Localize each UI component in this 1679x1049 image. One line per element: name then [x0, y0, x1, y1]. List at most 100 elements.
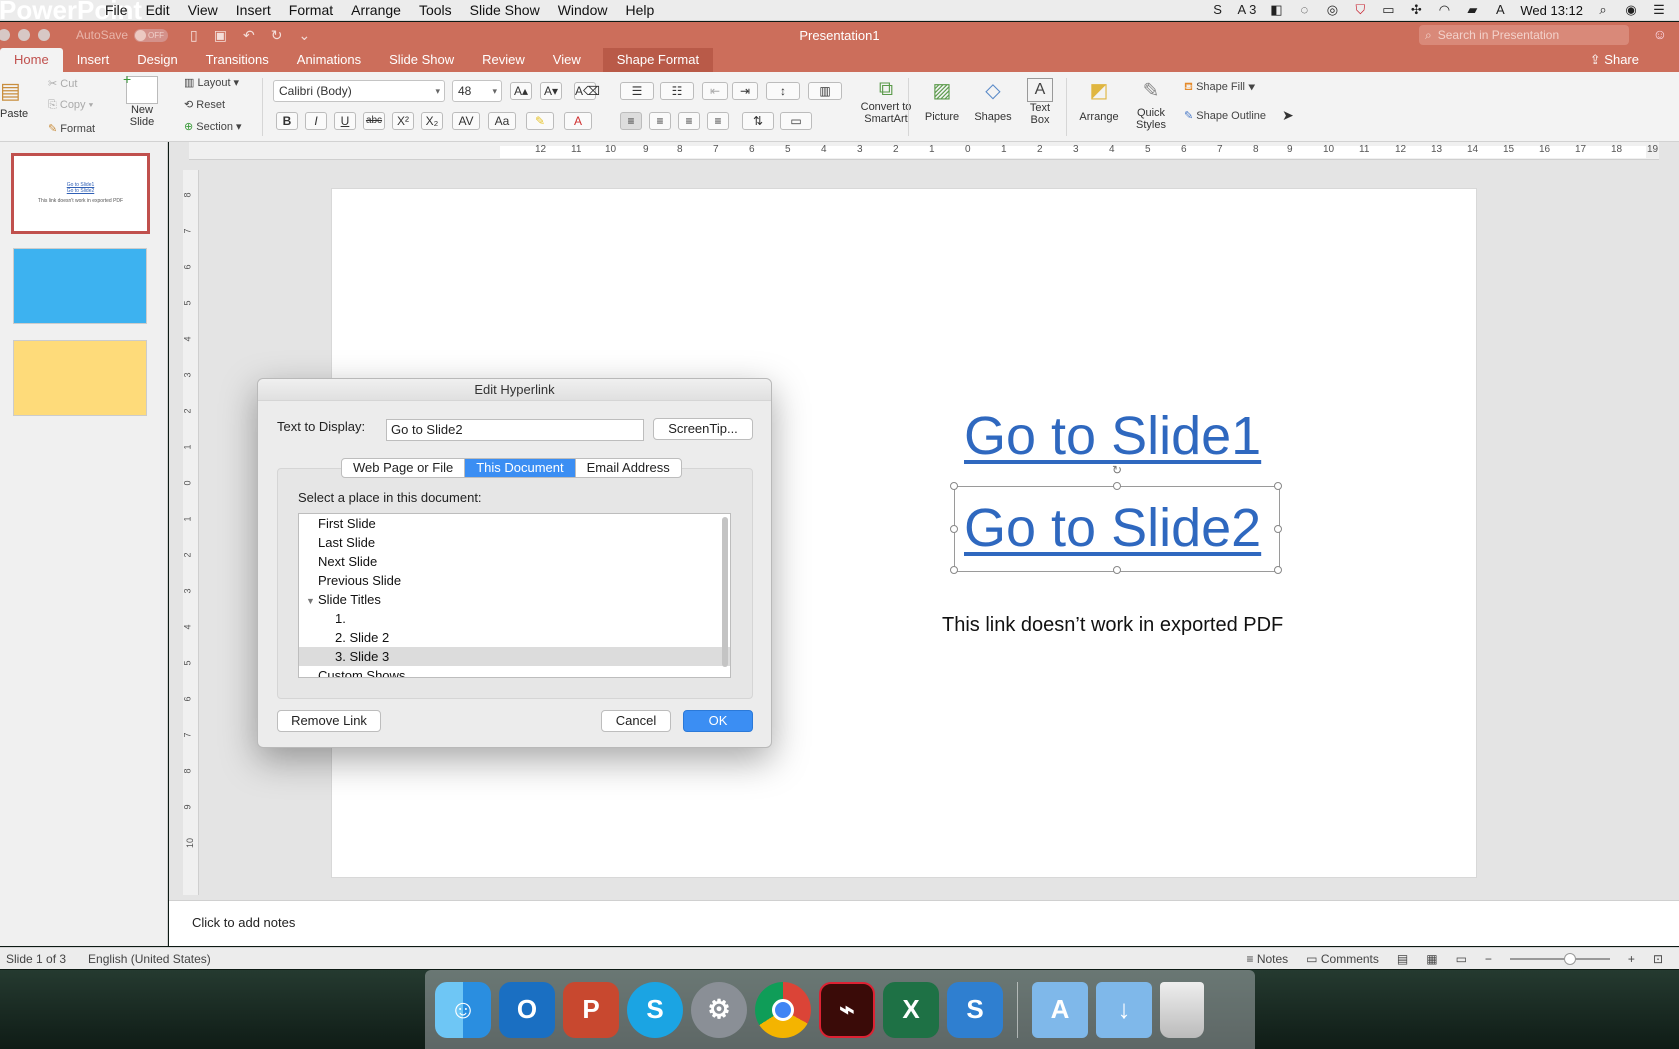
tab-view[interactable]: View [539, 48, 595, 72]
font-name-combo[interactable]: Calibri (Body) [273, 80, 445, 102]
system-preferences-icon[interactable]: ⚙ [691, 981, 747, 1038]
list-item[interactable]: Custom Shows [299, 666, 730, 677]
slide-thumbnail-1[interactable]: Go to Slide1 Go to Slide2 This link does… [11, 153, 150, 234]
resize-handle[interactable] [1113, 566, 1121, 574]
notification-center-icon[interactable]: ☰ [1651, 3, 1667, 17]
list-item-selected[interactable]: 3. Slide 3 [299, 647, 730, 666]
comments-toggle[interactable]: ▭ Comments [1306, 952, 1379, 966]
hyperlink-go-to-slide1[interactable]: Go to Slide1 [964, 405, 1261, 467]
resize-handle[interactable] [1274, 566, 1282, 574]
resize-handle[interactable] [950, 525, 958, 533]
tab-design[interactable]: Design [123, 48, 191, 72]
shape-fill-button[interactable]: ⛾ Shape Fill ▾ [1184, 81, 1255, 95]
text-to-display-input[interactable]: Go to Slide2 [386, 419, 644, 441]
slide-thumbnail-3[interactable] [13, 340, 147, 416]
reset-button[interactable]: ⟲ Reset [184, 98, 225, 111]
list-item[interactable]: 2. Slide 2 [299, 628, 730, 647]
subscript-icon[interactable]: X₂ [421, 112, 443, 130]
list-scrollbar[interactable] [722, 517, 728, 667]
zoom-in-icon[interactable]: + [1628, 952, 1635, 966]
picture-button[interactable]: ▨ Picture [922, 78, 962, 123]
zoom-slider[interactable] [1509, 952, 1610, 965]
resize-handle[interactable] [1274, 525, 1282, 533]
tab-insert[interactable]: Insert [63, 48, 124, 72]
segment-this-document[interactable]: This Document [465, 459, 576, 477]
screenflow-icon[interactable]: S [947, 981, 1003, 1038]
font-color-icon[interactable]: A [564, 112, 592, 130]
menu-edit[interactable]: Edit [137, 2, 179, 18]
clear-formatting-icon[interactable]: A⌫ [574, 82, 600, 100]
hyperlink-go-to-slide2[interactable]: Go to Slide2 [964, 497, 1261, 559]
increase-font-size-icon[interactable]: A▴ [510, 82, 532, 100]
list-item[interactable]: Next Slide [299, 552, 730, 571]
resize-handle[interactable] [1274, 482, 1282, 490]
close-window-button[interactable] [0, 29, 10, 41]
skype-icon[interactable]: S [627, 981, 683, 1038]
numbering-icon[interactable]: ☷ [660, 82, 694, 100]
arrange-button[interactable]: ◩ Arrange [1078, 78, 1120, 123]
text-direction-icon[interactable]: ⇅ [742, 112, 774, 130]
italic-icon[interactable]: I [305, 112, 327, 130]
tab-shape-format[interactable]: Shape Format [602, 48, 714, 72]
finder-icon[interactable]: ☺ [435, 981, 491, 1038]
format-painter-button[interactable]: ✎ Format [48, 122, 95, 135]
downloads-folder-icon[interactable]: ↓ [1096, 981, 1152, 1038]
quick-styles-button[interactable]: ✎ Quick Styles [1130, 78, 1172, 131]
skype-status-icon[interactable]: S [1210, 3, 1226, 17]
convert-smartart-button[interactable]: ⧉ Convert to SmartArt [846, 78, 926, 125]
menu-arrange[interactable]: Arrange [342, 2, 410, 18]
spinner-icon[interactable]: ◌ [1296, 3, 1312, 17]
character-spacing-icon[interactable]: AV [452, 112, 480, 130]
adobe-icon[interactable]: A 3 [1238, 3, 1257, 17]
customize-toolbar-icon[interactable]: ⌄ [298, 27, 310, 44]
align-right-icon[interactable]: ≡ [678, 112, 700, 130]
chrome-icon[interactable] [755, 981, 811, 1038]
menu-insert[interactable]: Insert [227, 2, 280, 18]
line-spacing-icon[interactable]: ↕ [766, 82, 800, 100]
align-center-icon[interactable]: ≡ [649, 112, 671, 130]
zoom-out-icon[interactable]: − [1485, 952, 1492, 966]
mcafee-icon[interactable]: ⛉ [1352, 3, 1368, 17]
list-item[interactable]: Last Slide [299, 533, 730, 552]
menu-file[interactable]: File [96, 2, 137, 18]
outlook-icon[interactable]: O [499, 981, 555, 1038]
feedback-smiley-icon[interactable]: ☺ [1653, 26, 1667, 42]
justify-icon[interactable]: ≡ [707, 112, 729, 130]
minimize-window-button[interactable] [18, 29, 30, 41]
resize-handle[interactable] [950, 482, 958, 490]
columns-icon[interactable]: ▥ [808, 82, 842, 100]
redo-icon[interactable]: ↻ [271, 27, 283, 44]
siri-icon[interactable]: ◉ [1623, 3, 1639, 17]
autosave-toggle[interactable]: OFF [134, 28, 169, 42]
applications-folder-icon[interactable]: A [1032, 981, 1088, 1038]
copy-button[interactable]: ⎘ Copy ▾ [48, 99, 93, 112]
resize-handle[interactable] [950, 566, 958, 574]
segment-web-page[interactable]: Web Page or File [342, 459, 466, 477]
menu-view[interactable]: View [179, 2, 227, 18]
menu-help[interactable]: Help [616, 2, 663, 18]
zoom-window-button[interactable] [38, 29, 50, 41]
battery-icon[interactable]: ▰ [1464, 3, 1480, 17]
list-item[interactable]: First Slide [299, 514, 730, 533]
trash-icon[interactable] [1160, 981, 1204, 1038]
list-item[interactable]: 1. [299, 609, 730, 628]
underline-icon[interactable]: U [334, 112, 356, 130]
tab-slide-show[interactable]: Slide Show [375, 48, 468, 72]
airplay-icon[interactable]: ▭ [1380, 3, 1396, 17]
undo-icon[interactable]: ↶ [243, 27, 255, 44]
save-icon[interactable]: ▣ [214, 27, 227, 44]
input-source-icon[interactable]: A [1492, 3, 1508, 17]
tab-animations[interactable]: Animations [283, 48, 375, 72]
increase-indent-icon[interactable]: ⇥ [732, 82, 758, 100]
font-size-combo[interactable]: 48 [452, 80, 502, 102]
shapes-button[interactable]: ◇ Shapes [972, 78, 1014, 123]
ok-button[interactable]: OK [683, 710, 753, 732]
slide-thumbnail-2[interactable] [13, 248, 147, 324]
menu-slide-show[interactable]: Slide Show [461, 2, 549, 18]
acrobat-icon[interactable]: ⌁ [819, 981, 875, 1038]
list-item[interactable]: Previous Slide [299, 571, 730, 590]
share-button[interactable]: ⇪ Share [1590, 48, 1679, 72]
resize-handle[interactable] [1113, 482, 1121, 490]
clock[interactable]: Wed 13:12 [1520, 3, 1583, 18]
shape-outline-button[interactable]: ✎ Shape Outline [1184, 109, 1266, 122]
